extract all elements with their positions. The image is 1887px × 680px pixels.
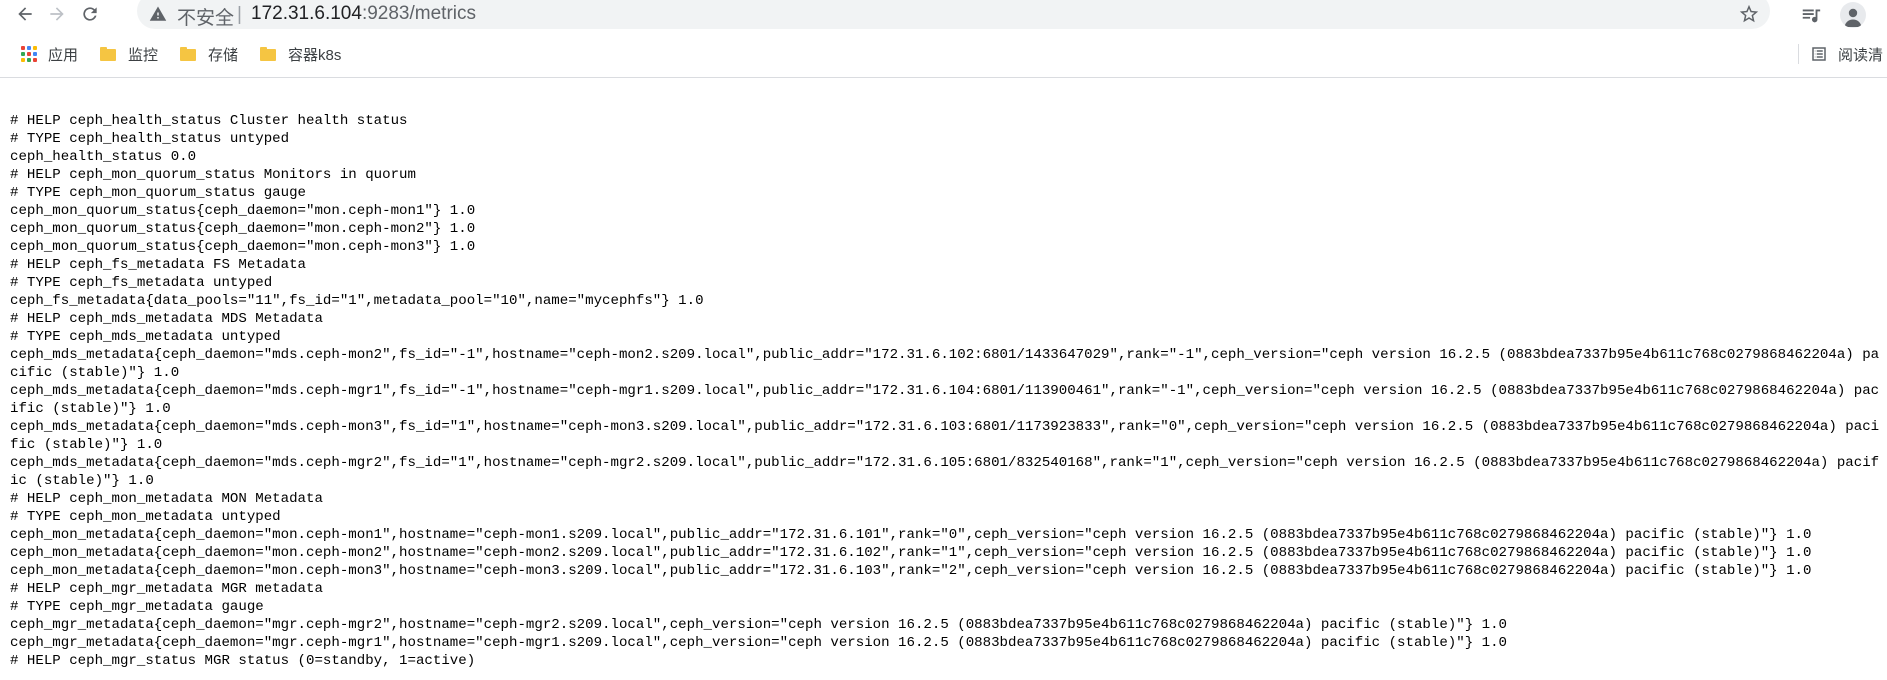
page-content: # HELP ceph_health_status Cluster health… — [10, 112, 1880, 670]
bookmarks-divider — [1798, 44, 1799, 64]
reload-icon — [83, 7, 97, 21]
metric-line: # TYPE ceph_mon_metadata untyped — [10, 509, 281, 525]
reading-list-icon — [1812, 47, 1826, 61]
metric-line: ceph_mon_metadata{ceph_daemon="mon.ceph-… — [10, 563, 1812, 579]
metric-line: ceph_mds_metadata{ceph_daemon="mds.ceph-… — [10, 455, 1880, 489]
media-queue-icon — [1802, 9, 1821, 23]
metrics-text: # HELP ceph_health_status Cluster health… — [10, 112, 1880, 670]
reload-button[interactable] — [77, 1, 103, 27]
metric-line: ceph_mon_quorum_status{ceph_daemon="mon.… — [10, 239, 476, 255]
bookmark-folder-storage[interactable]: 存储 — [180, 42, 238, 66]
metric-line: # HELP ceph_mgr_status MGR status (0=sta… — [10, 653, 476, 669]
folder-icon — [100, 45, 118, 63]
metric-line: ceph_mgr_metadata{ceph_daemon="mgr.ceph-… — [10, 635, 1507, 651]
back-arrow-icon — [18, 7, 32, 21]
metric-line: ceph_mds_metadata{ceph_daemon="mds.ceph-… — [10, 383, 1880, 417]
metric-line: ceph_mds_metadata{ceph_daemon="mds.ceph-… — [10, 419, 1880, 453]
apps-grid-icon — [20, 45, 38, 63]
url-path: :9283/metrics — [361, 3, 476, 24]
bookmark-folder-k8s[interactable]: 容器k8s — [260, 42, 341, 66]
profile-button[interactable] — [1840, 2, 1866, 28]
bookmark-label: 应用 — [48, 46, 79, 64]
metric-line: # TYPE ceph_health_status untyped — [10, 131, 290, 147]
reading-list-label: 阅读清 — [1838, 46, 1884, 64]
metric-line: # HELP ceph_mds_metadata MDS Metadata — [10, 311, 323, 327]
bookmark-folder-monitor[interactable]: 监控 — [100, 42, 158, 66]
metric-line: # HELP ceph_health_status Cluster health… — [10, 113, 408, 129]
media-queue-button[interactable] — [1798, 2, 1824, 28]
reading-list-button[interactable]: 阅读清 — [1810, 42, 1883, 66]
bookmarks-bar: 应用 监控 存储 容器k8s 阅读清 — [0, 38, 1887, 72]
metric-line: # TYPE ceph_mds_metadata untyped — [10, 329, 281, 345]
metric-line: # TYPE ceph_mon_quorum_status gauge — [10, 185, 307, 201]
back-button[interactable] — [12, 1, 38, 27]
metric-line: ceph_mon_metadata{ceph_daemon="mon.ceph-… — [10, 545, 1812, 561]
address-separator: | — [237, 4, 242, 25]
url-text[interactable]: 172.31.6.104:9283/metrics — [251, 3, 476, 25]
bookmark-apps[interactable]: 应用 — [20, 42, 78, 66]
metric-line: # HELP ceph_fs_metadata FS Metadata — [10, 257, 307, 273]
url-host: 172.31.6.104 — [251, 3, 362, 24]
metric-line: # TYPE ceph_fs_metadata untyped — [10, 275, 273, 291]
metric-line: ceph_mgr_metadata{ceph_daemon="mgr.ceph-… — [10, 617, 1507, 633]
forward-button[interactable] — [44, 1, 70, 27]
folder-icon — [180, 45, 198, 63]
forward-arrow-icon — [50, 7, 64, 21]
metric-line: # HELP ceph_mgr_metadata MGR metadata — [10, 581, 323, 597]
chrome-divider — [0, 77, 1887, 78]
star-icon[interactable] — [1738, 3, 1760, 25]
bookmark-label: 监控 — [128, 46, 159, 64]
folder-icon — [260, 45, 278, 63]
warning-triangle-icon[interactable] — [149, 5, 167, 23]
metric-line: ceph_health_status 0.0 — [10, 149, 197, 165]
address-bar[interactable]: 不安全 | 172.31.6.104:9283/metrics — [137, 0, 1770, 29]
metric-line: # TYPE ceph_mgr_metadata gauge — [10, 599, 264, 615]
metric-line: ceph_mds_metadata{ceph_daemon="mds.ceph-… — [10, 347, 1880, 381]
bookmark-label: 存储 — [208, 46, 239, 64]
metric-line: ceph_mon_quorum_status{ceph_daemon="mon.… — [10, 221, 476, 237]
metric-line: ceph_mon_quorum_status{ceph_daemon="mon.… — [10, 203, 476, 219]
metric-line: # HELP ceph_mon_metadata MON Metadata — [10, 491, 323, 507]
security-label[interactable]: 不安全 — [177, 3, 234, 30]
metric-line: ceph_mon_metadata{ceph_daemon="mon.ceph-… — [10, 527, 1812, 543]
bookmark-label: 容器k8s — [288, 46, 342, 64]
browser-toolbar: 不安全 | 172.31.6.104:9283/metrics — [0, 0, 1887, 30]
profile-avatar-icon — [1840, 2, 1866, 28]
metric-line: # HELP ceph_mon_quorum_status Monitors i… — [10, 167, 416, 183]
metric-line: ceph_fs_metadata{data_pools="11",fs_id="… — [10, 293, 704, 309]
